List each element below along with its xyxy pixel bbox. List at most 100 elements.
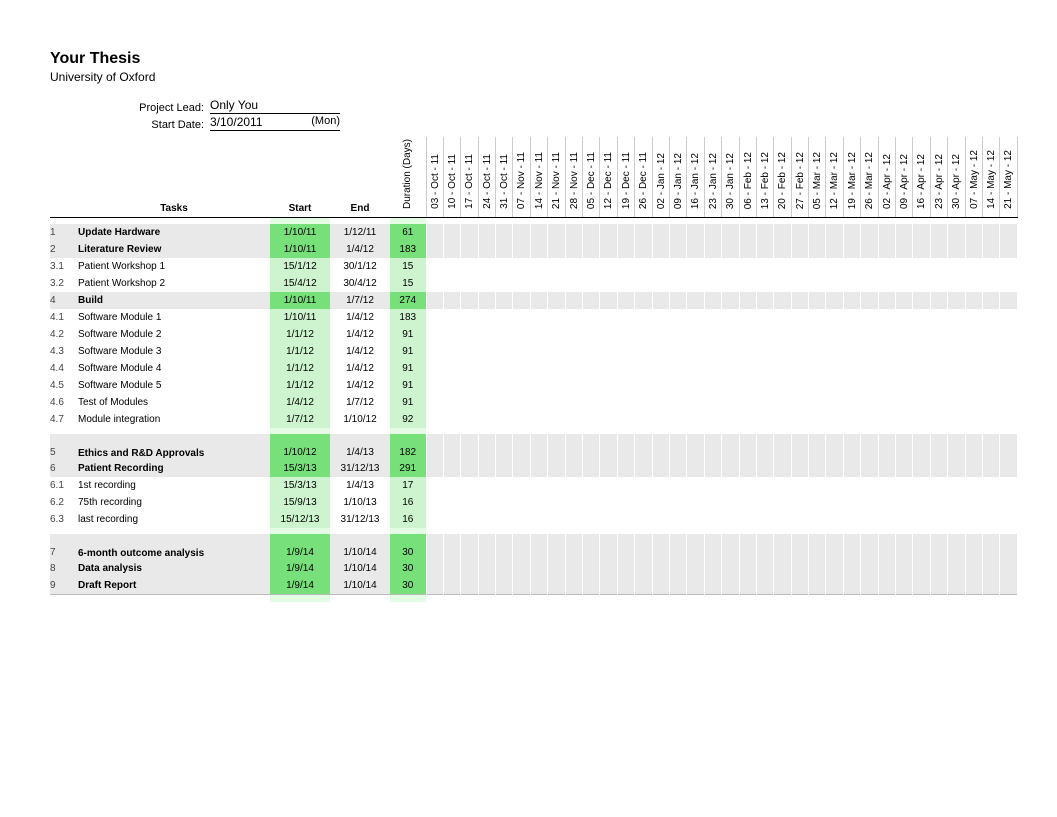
header-row: Tasks Start End Duration (Days) 03 - Oct… bbox=[50, 137, 1017, 218]
hdr-date: 05 - Dec - 11 bbox=[583, 137, 600, 218]
row-num: 6 bbox=[50, 460, 78, 477]
row-duration: 182 bbox=[390, 434, 426, 460]
row-num: 2 bbox=[50, 241, 78, 258]
start-day-text: (Mon) bbox=[311, 115, 340, 129]
hdr-date: 26 - Mar - 12 bbox=[861, 137, 878, 218]
row-duration: 30 bbox=[390, 560, 426, 577]
hdr-date-text: 09 - Jan - 12 bbox=[670, 151, 687, 211]
hdr-date-text: 14 - Nov - 11 bbox=[531, 150, 548, 211]
row-start: 1/1/12 bbox=[270, 326, 330, 343]
hdr-date: 21 - Nov - 11 bbox=[548, 137, 565, 218]
hdr-date: 19 - Mar - 12 bbox=[843, 137, 860, 218]
row-duration: 91 bbox=[390, 343, 426, 360]
row-end: 1/10/12 bbox=[330, 411, 390, 428]
row-num: 1 bbox=[50, 224, 78, 241]
row-start: 1/9/14 bbox=[270, 577, 330, 595]
row-task: 1st recording bbox=[78, 477, 270, 494]
row-task: Draft Report bbox=[78, 577, 270, 595]
table-row: 4.4Software Module 41/1/121/4/1291 bbox=[50, 360, 1017, 377]
row-duration: 291 bbox=[390, 460, 426, 477]
row-task: Build bbox=[78, 292, 270, 309]
row-task: Data analysis bbox=[78, 560, 270, 577]
start-value[interactable]: 3/10/2011 (Mon) bbox=[210, 115, 340, 131]
row-task: Update Hardware bbox=[78, 224, 270, 241]
row-start: 1/10/11 bbox=[270, 241, 330, 258]
row-duration: 92 bbox=[390, 411, 426, 428]
hdr-date: 30 - Apr - 12 bbox=[948, 137, 965, 218]
row-start: 15/1/12 bbox=[270, 258, 330, 275]
hdr-duration-text: Duration (Days) bbox=[399, 137, 416, 211]
table-row: 4.6Test of Modules1/4/121/7/1291 bbox=[50, 394, 1017, 411]
lead-value[interactable]: Only You bbox=[210, 98, 340, 114]
hdr-date-text: 12 - Dec - 11 bbox=[600, 150, 617, 211]
row-task: 75th recording bbox=[78, 494, 270, 511]
hdr-tasks: Tasks bbox=[78, 137, 270, 218]
hdr-date: 23 - Apr - 12 bbox=[930, 137, 947, 218]
row-duration: 15 bbox=[390, 275, 426, 292]
row-task: Module integration bbox=[78, 411, 270, 428]
row-num: 8 bbox=[50, 560, 78, 577]
hdr-date-text: 05 - Mar - 12 bbox=[809, 150, 826, 211]
table-row: 4.3Software Module 31/1/121/4/1291 bbox=[50, 343, 1017, 360]
row-num: 6.2 bbox=[50, 494, 78, 511]
row-task: Software Module 1 bbox=[78, 309, 270, 326]
hdr-date: 12 - Mar - 12 bbox=[826, 137, 843, 218]
row-start: 1/1/12 bbox=[270, 377, 330, 394]
row-num: 4.6 bbox=[50, 394, 78, 411]
hdr-date: 27 - Feb - 12 bbox=[791, 137, 808, 218]
hdr-date: 16 - Jan - 12 bbox=[687, 137, 704, 218]
row-end: 1/10/14 bbox=[330, 560, 390, 577]
row-num: 4.4 bbox=[50, 360, 78, 377]
row-start: 1/10/11 bbox=[270, 292, 330, 309]
row-duration: 183 bbox=[390, 309, 426, 326]
row-end: 1/4/13 bbox=[330, 434, 390, 460]
row-num: 4.2 bbox=[50, 326, 78, 343]
row-end: 1/7/12 bbox=[330, 292, 390, 309]
hdr-date-text: 30 - Apr - 12 bbox=[948, 152, 965, 211]
row-start: 1/10/12 bbox=[270, 434, 330, 460]
hdr-date: 07 - Nov - 11 bbox=[513, 137, 530, 218]
row-start: 1/1/12 bbox=[270, 360, 330, 377]
hdr-date-text: 05 - Dec - 11 bbox=[583, 150, 600, 211]
lead-label: Project Lead: bbox=[50, 102, 210, 114]
table-row: 4.1Software Module 11/10/111/4/12183 bbox=[50, 309, 1017, 326]
page-subtitle: University of Oxford bbox=[50, 70, 1007, 84]
hdr-start: Start bbox=[270, 137, 330, 218]
table-row: 9Draft Report1/9/141/10/1430 bbox=[50, 577, 1017, 595]
row-task: Ethics and R&D Approvals bbox=[78, 434, 270, 460]
table-row: 3.2Patient Workshop 215/4/1230/4/1215 bbox=[50, 275, 1017, 292]
hdr-date-text: 07 - Nov - 11 bbox=[513, 150, 530, 211]
row-num: 5 bbox=[50, 434, 78, 460]
hdr-date-text: 12 - Mar - 12 bbox=[826, 150, 843, 211]
row-duration: 16 bbox=[390, 511, 426, 528]
hdr-blank bbox=[50, 137, 78, 218]
hdr-date: 12 - Dec - 11 bbox=[600, 137, 617, 218]
row-start: 15/12/13 bbox=[270, 511, 330, 528]
hdr-date: 07 - May - 12 bbox=[965, 137, 982, 218]
hdr-date: 13 - Feb - 12 bbox=[756, 137, 773, 218]
row-start: 1/9/14 bbox=[270, 534, 330, 560]
hdr-date-text: 23 - Jan - 12 bbox=[705, 151, 722, 211]
hdr-date-text: 21 - May - 12 bbox=[1000, 148, 1017, 211]
row-start: 15/3/13 bbox=[270, 460, 330, 477]
hdr-date: 30 - Jan - 12 bbox=[722, 137, 739, 218]
row-end: 1/10/13 bbox=[330, 494, 390, 511]
row-duration: 91 bbox=[390, 394, 426, 411]
hdr-date: 17 - Oct - 11 bbox=[461, 137, 478, 218]
row-num: 4 bbox=[50, 292, 78, 309]
row-start: 15/9/13 bbox=[270, 494, 330, 511]
row-duration: 15 bbox=[390, 258, 426, 275]
hdr-date-text: 03 - Oct - 11 bbox=[427, 152, 444, 211]
row-end: 31/12/13 bbox=[330, 460, 390, 477]
meta-block: Project Lead: Only You Start Date: 3/10/… bbox=[50, 98, 1007, 131]
row-task: Patient Workshop 2 bbox=[78, 275, 270, 292]
gantt-table: Tasks Start End Duration (Days) 03 - Oct… bbox=[50, 137, 1018, 602]
hdr-date-text: 20 - Feb - 12 bbox=[774, 150, 791, 211]
row-end: 1/7/12 bbox=[330, 394, 390, 411]
hdr-date: 26 - Dec - 11 bbox=[635, 137, 652, 218]
hdr-date-text: 10 - Oct - 11 bbox=[444, 152, 461, 211]
hdr-date: 19 - Dec - 11 bbox=[617, 137, 634, 218]
hdr-date: 06 - Feb - 12 bbox=[739, 137, 756, 218]
table-row: 5Ethics and R&D Approvals1/10/121/4/1318… bbox=[50, 434, 1017, 460]
row-num: 6.1 bbox=[50, 477, 78, 494]
